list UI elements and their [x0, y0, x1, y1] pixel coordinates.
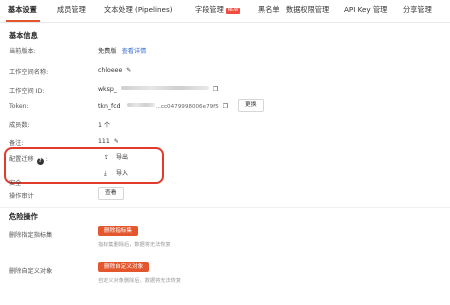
help-icon[interactable]: ?: [36, 158, 44, 165]
import-button[interactable]: ⤓ 导入: [104, 168, 128, 178]
tab-fields[interactable]: 字段管理 NEW: [195, 5, 241, 15]
delete-metric-label: 删除指定指标集: [9, 232, 53, 239]
delete-metric-hint: 指标集删除后，数据将无法恢复: [98, 242, 171, 248]
copy-icon[interactable]: ❐: [213, 86, 218, 93]
workspace-id-row: wksp_ ❐: [98, 86, 218, 93]
import-label: 导入: [116, 170, 129, 177]
upload-icon: ⇪: [104, 154, 110, 161]
section-divider: [0, 207, 450, 208]
version-value: 免费版: [98, 48, 117, 55]
tab-sharing[interactable]: 分享管理: [403, 5, 432, 15]
token-label: Token:: [9, 103, 29, 110]
workspace-name-value: chloeee: [98, 67, 123, 74]
workspace-name-row: chloeee ✎: [98, 67, 131, 74]
delete-custom-hint: 自定义对象删除后，数据将无法恢复: [98, 278, 182, 284]
export-label: 导出: [116, 154, 129, 161]
security-label: 安全: [9, 180, 22, 187]
token-prefix: tkn_fcd: [98, 103, 121, 110]
view-audit-button[interactable]: 查看: [98, 187, 124, 200]
version-label: 当前版本:: [9, 48, 36, 55]
settings-page: 基本设置 成员管理 文本处理 (Pipelines) 字段管理 NEW 黑名单 数…: [0, 0, 450, 305]
member-count-label: 成员数:: [9, 122, 30, 129]
remark-row: 111 ✎: [98, 138, 119, 145]
annotation-highlight-box: [4, 147, 164, 184]
config-migration-label: 配置迁移: [9, 156, 34, 163]
remark-label: 备注:: [9, 140, 24, 147]
tab-data-permissions[interactable]: 数据权限管理: [286, 5, 329, 15]
version-value-row: 免费版 查看详情: [98, 46, 146, 55]
delete-custom-button[interactable]: 删除自定义对象: [98, 262, 150, 272]
delete-custom-label: 删除自定义对象: [9, 268, 53, 275]
tab-members[interactable]: 成员管理: [57, 5, 86, 15]
token-row: tkn_fcd ...cc0479998006e79f5 ❐: [98, 103, 228, 110]
view-details-link[interactable]: 查看详情: [122, 48, 147, 55]
change-token-button[interactable]: 更换: [238, 99, 264, 112]
workspace-id-value: wksp_: [98, 86, 117, 93]
delete-metric-button[interactable]: 删除指标集: [98, 226, 138, 236]
export-button[interactable]: ⇪ 导出: [104, 152, 128, 161]
config-migration-label-row: 配置迁移?:: [9, 156, 48, 165]
tab-bar: 基本设置 成员管理 文本处理 (Pipelines) 字段管理 NEW 黑名单 数…: [0, 0, 450, 23]
tab-blacklist[interactable]: 黑名单: [258, 5, 280, 15]
new-badge: NEW: [225, 8, 241, 14]
danger-title: 危险操作: [9, 212, 38, 221]
basic-info-title: 基本信息: [9, 31, 38, 40]
remark-value: 111: [98, 138, 110, 145]
redacted-id: [120, 86, 209, 90]
tab-api-keys[interactable]: API Key 管理: [344, 5, 387, 15]
workspace-name-label: 工作空间名称:: [9, 69, 49, 76]
member-count-value: 1 个: [98, 122, 111, 129]
audit-label: 操作审计: [9, 193, 34, 200]
download-icon: ⤓: [104, 170, 107, 177]
active-tab-indicator: [6, 20, 40, 22]
token-suffix: ...cc0479998006e79f5: [155, 104, 219, 110]
tab-basic-settings[interactable]: 基本设置: [8, 5, 37, 15]
tab-fields-label: 字段管理: [195, 5, 224, 14]
edit-remark-icon[interactable]: ✎: [114, 138, 119, 145]
edit-icon[interactable]: ✎: [126, 67, 131, 74]
tab-pipelines[interactable]: 文本处理 (Pipelines): [104, 5, 173, 15]
workspace-id-label: 工作空间 ID:: [9, 88, 45, 95]
copy-token-icon[interactable]: ❐: [223, 103, 228, 110]
redacted-token: [126, 103, 155, 107]
